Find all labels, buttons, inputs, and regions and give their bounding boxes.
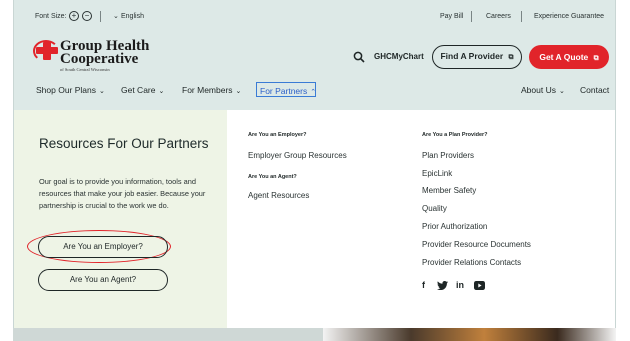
divider [521,11,522,22]
plan-providers-link[interactable]: Plan Providers [422,151,474,160]
external-link-icon: ⧉ [593,55,599,62]
nav-shop-label: Shop Our Plans [36,85,97,95]
prior-authorization-link[interactable]: Prior Authorization [422,222,487,231]
logo-cross-icon[interactable] [33,40,59,62]
nav-for-partners[interactable]: For Partners ⌃ [256,82,316,97]
page-background-strip [13,328,323,341]
quality-link[interactable]: Quality [422,204,447,213]
provider-resource-documents-link[interactable]: Provider Resource Documents [422,240,531,249]
chevron-down-icon: ⌄ [99,88,105,95]
epiclink-link[interactable]: EpicLink [422,169,452,178]
search-icon[interactable] [353,51,365,63]
nav-about-label: About Us [521,85,556,95]
font-increase-icon[interactable]: + [69,11,79,21]
nav-care-label: Get Care [121,85,156,95]
provider-relations-contacts-link[interactable]: Provider Relations Contacts [422,258,521,267]
find-provider-label: Find A Provider [440,51,504,61]
nav-partners-label: For Partners [260,86,308,96]
nav-members-label: For Members [182,85,233,95]
chevron-down-icon[interactable]: ⌄ [113,12,119,20]
chevron-down-icon: ⌄ [558,88,565,95]
member-safety-link[interactable]: Member Safety [422,186,476,195]
logo-text[interactable]: Group Health Cooperative [60,39,149,67]
chevron-up-icon: ⌃ [310,89,317,96]
font-decrease-icon[interactable]: − [82,11,92,21]
pay-bill-link[interactable]: Pay Bill [440,13,463,20]
linkedin-icon[interactable]: in [456,280,464,290]
hero-image [323,328,616,341]
dropdown-right-panel [227,110,616,328]
facebook-icon[interactable]: f [422,280,425,290]
employer-button[interactable]: Are You an Employer? [38,236,168,258]
logo-subtitle: of South Central Wisconsin [60,67,110,72]
dropdown-title: Resources For Our Partners [39,136,209,151]
find-provider-button[interactable]: Find A Provider ⧉ [432,45,522,69]
nav-contact[interactable]: Contact [580,85,609,95]
careers-link[interactable]: Careers [486,13,511,20]
experience-guarantee-link[interactable]: Experience Guarantee [534,13,604,20]
employer-heading: Are You an Employer? [248,132,307,138]
get-quote-button[interactable]: Get A Quote ⧉ [529,45,609,69]
font-size-label: Font Size: [35,13,67,20]
logo-line2: Cooperative [60,51,139,67]
chevron-down-icon: ⌄ [235,88,242,95]
employer-group-resources-link[interactable]: Employer Group Resources [248,151,347,160]
nav-get-care[interactable]: Get Care ⌄ [121,85,164,95]
divider [471,11,472,22]
dropdown-description: Our goal is to provide you information, … [39,177,206,210]
divider [100,11,101,22]
external-link-icon: ⧉ [508,54,514,61]
ghcmychart-link[interactable]: GHCMyChart [374,52,424,61]
nav-for-members[interactable]: For Members ⌄ [182,85,241,95]
page: Font Size: + − ⌄ English Pay Bill Career… [0,0,630,341]
plan-provider-heading: Are You a Plan Provider? [422,132,488,138]
chevron-down-icon: ⌄ [158,88,165,95]
agent-heading: Are You an Agent? [248,174,297,180]
nav-shop-plans[interactable]: Shop Our Plans ⌄ [36,85,105,95]
youtube-icon[interactable] [474,281,485,290]
nav-about-us[interactable]: About Us ⌄ [521,85,565,95]
language-selector[interactable]: English [121,13,144,20]
utility-bar: Font Size: + − ⌄ English Pay Bill Career… [13,8,616,28]
get-quote-label: Get A Quote [539,52,589,62]
twitter-icon[interactable] [437,281,448,290]
agent-resources-link[interactable]: Agent Resources [248,191,309,200]
agent-button[interactable]: Are You an Agent? [38,269,168,291]
